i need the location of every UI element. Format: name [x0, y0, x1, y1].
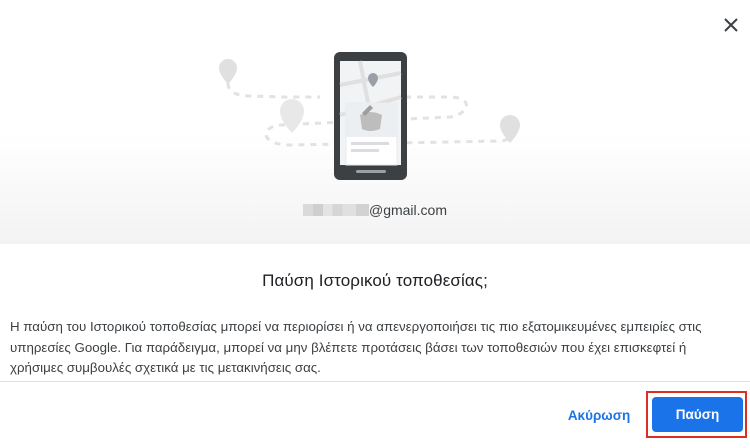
- cancel-button[interactable]: Ακύρωση: [560, 398, 638, 432]
- account-email-domain: @gmail.com: [368, 202, 447, 218]
- pause-button[interactable]: Παύση: [652, 397, 743, 432]
- close-button[interactable]: [718, 12, 744, 38]
- dialog-description: Η παύση του Ιστορικού τοποθεσίας μπορεί …: [10, 319, 702, 375]
- account-email: @gmail.com: [0, 202, 750, 218]
- map-pin-icon: [219, 59, 237, 84]
- dialog-title: Παύση Ιστορικού τοποθεσίας;: [262, 271, 488, 290]
- phone-map-illustration: [219, 52, 520, 180]
- map-pin-icon: [500, 115, 520, 143]
- map-pin-icon: [280, 99, 304, 133]
- phone-icon: [334, 52, 407, 180]
- redacted-username: [302, 204, 369, 216]
- footer-divider: [0, 381, 750, 382]
- close-icon: [724, 18, 738, 32]
- pause-location-history-dialog: @gmail.com Παύση Ιστορικού τοποθεσίας; Η…: [0, 0, 750, 448]
